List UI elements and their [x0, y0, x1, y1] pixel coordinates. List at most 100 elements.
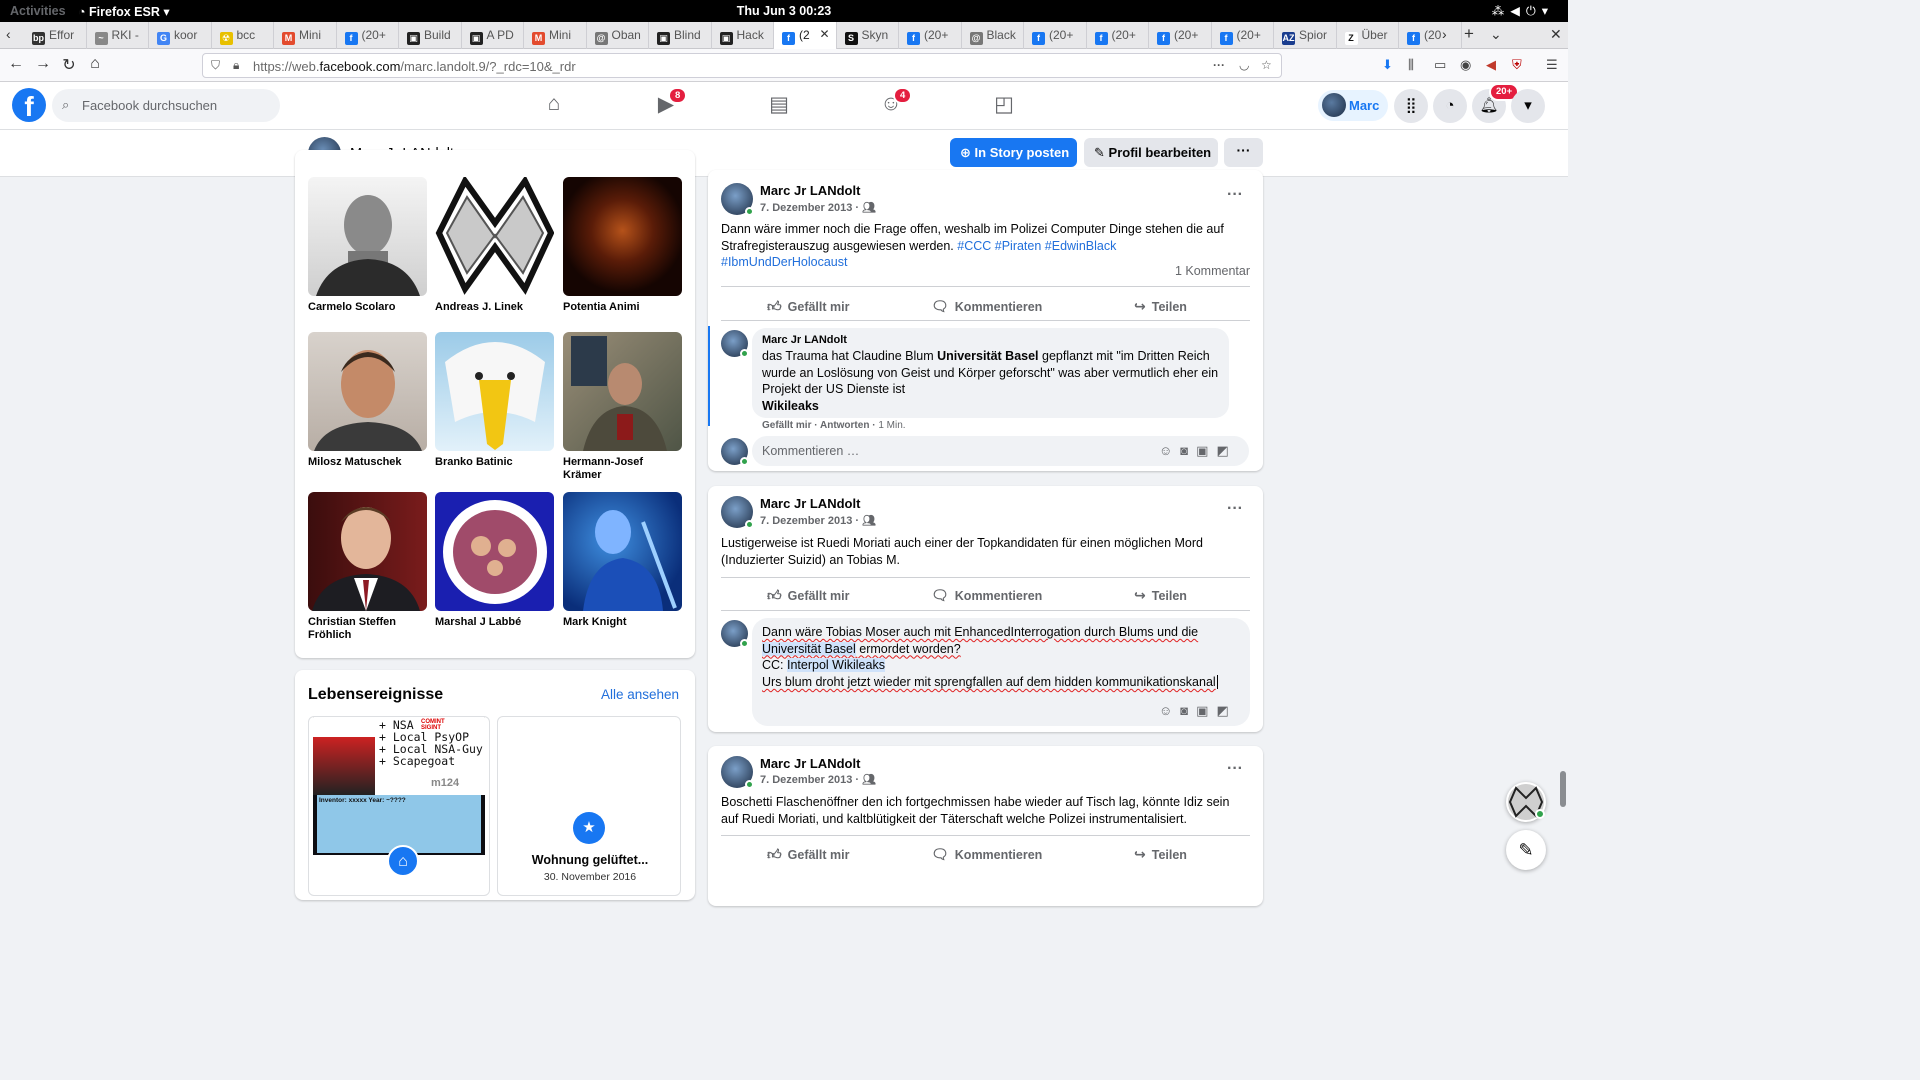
- emoji-icon[interactable]: ☺: [1159, 703, 1180, 718]
- life-event-tile[interactable]: + NSA + Local PsyOP + Local NSA-Guy + Sc…: [308, 716, 490, 896]
- friend-photo[interactable]: [563, 332, 682, 451]
- forward-icon[interactable]: →: [32, 55, 54, 73]
- activities-button[interactable]: Activities: [10, 4, 66, 18]
- post-author[interactable]: Marc Jr LANdolt: [760, 183, 860, 198]
- sidebar-icon[interactable]: ▭: [1434, 57, 1446, 73]
- browser-tab[interactable]: AZ Spior: [1274, 22, 1337, 49]
- post-date[interactable]: 7. Dezember 2013 · 👥︎: [760, 201, 876, 214]
- sticker-icon[interactable]: ◩: [1216, 443, 1236, 458]
- share-button[interactable]: ↪ Teilen: [1134, 298, 1187, 315]
- comment-button[interactable]: 🗨︎ Kommentieren: [931, 298, 1042, 315]
- comment-button[interactable]: 🗨︎ Kommentieren: [931, 846, 1042, 863]
- comment-like-link[interactable]: Gefällt mir: [762, 420, 811, 431]
- browser-tab[interactable]: M Mini: [524, 22, 587, 49]
- menu-grid-icon[interactable]: ⣿: [1394, 89, 1428, 123]
- system-tray[interactable]: ⁂◀⏻▾: [1492, 3, 1554, 19]
- post-options-icon[interactable]: ···: [1227, 500, 1243, 518]
- facebook-search-input[interactable]: ⌕ Facebook durchsuchen: [52, 89, 280, 122]
- browser-tab[interactable]: f (20: [1399, 22, 1462, 49]
- tabs-scroll-right-icon[interactable]: ›: [1442, 26, 1447, 42]
- emoji-icon[interactable]: ☺: [1159, 443, 1180, 458]
- post-author-avatar[interactable]: [721, 756, 754, 789]
- downloads-icon[interactable]: ⬇: [1382, 57, 1393, 73]
- browser-tab[interactable]: bp Effor: [24, 22, 87, 49]
- browser-tab[interactable]: f (20+: [899, 22, 962, 49]
- home-icon[interactable]: ⌂: [84, 55, 106, 73]
- comment-author-avatar[interactable]: [721, 330, 749, 358]
- friend-name[interactable]: Hermann-Josef Krämer: [563, 456, 682, 482]
- page-actions-icon[interactable]: ···: [1213, 58, 1225, 72]
- friend-photo[interactable]: [435, 492, 554, 611]
- friend-tile[interactable]: Marshal J Labbé: [435, 492, 554, 629]
- back-icon[interactable]: ←: [5, 55, 27, 73]
- browser-tab[interactable]: @ Oban: [587, 22, 649, 49]
- friend-tile[interactable]: Milosz Matuschek: [308, 332, 427, 469]
- comment-button[interactable]: 🗨︎ Kommentieren: [931, 587, 1042, 604]
- page-scrollbar[interactable]: [1559, 177, 1568, 882]
- browser-tab[interactable]: @ Black: [962, 22, 1024, 49]
- pocket-icon[interactable]: ◡: [1239, 58, 1249, 72]
- profile-more-button[interactable]: ···: [1224, 138, 1263, 167]
- url-text[interactable]: https://web.facebook.com/marc.landolt.9/…: [253, 59, 576, 74]
- library-icon[interactable]: ⫼: [1408, 57, 1414, 73]
- extension-icon[interactable]: ◀: [1486, 57, 1496, 73]
- friend-name[interactable]: Potentia Animi: [563, 301, 682, 314]
- sticker-icon[interactable]: ◩: [1216, 703, 1236, 718]
- friend-tile[interactable]: Christian Steffen Fröhlich: [308, 492, 427, 642]
- browser-tab[interactable]: f (20+: [337, 22, 399, 49]
- app-menu[interactable]: ◔ Firefox ESR ▾: [78, 4, 170, 19]
- browser-tab[interactable]: ☢ bcc: [212, 22, 274, 49]
- shield-icon[interactable]: ⛉: [211, 58, 220, 73]
- chat-head-avatar[interactable]: [1506, 782, 1546, 822]
- friend-tile[interactable]: Branko Batinic: [435, 332, 554, 469]
- friend-name[interactable]: Milosz Matuschek: [308, 456, 427, 469]
- account-icon[interactable]: ◉: [1460, 57, 1471, 73]
- friend-name[interactable]: Carmelo Scolaro: [308, 301, 427, 314]
- mention-link[interactable]: Wikileaks: [762, 399, 819, 413]
- post-date[interactable]: 7. Dezember 2013 · 👥︎: [760, 514, 876, 527]
- comment-draft-text[interactable]: Dann wäre Tobias Moser auch mit Enhanced…: [762, 624, 1246, 691]
- browser-tab[interactable]: f (20+: [1087, 22, 1149, 49]
- scrollbar-thumb[interactable]: [1560, 771, 1566, 807]
- post-date[interactable]: 7. Dezember 2013 · 👥︎: [760, 773, 876, 786]
- post-author-avatar[interactable]: [721, 183, 754, 216]
- browser-tab[interactable]: ▣ Hack: [712, 22, 774, 49]
- new-message-icon[interactable]: ✎: [1506, 830, 1546, 870]
- comment-author[interactable]: Marc Jr LANdolt: [762, 334, 847, 346]
- friend-tile[interactable]: Carmelo Scolaro: [308, 177, 427, 314]
- edit-profile-button[interactable]: ✎ Profil bearbeiten: [1084, 138, 1218, 167]
- friend-photo[interactable]: [308, 332, 427, 451]
- post-author[interactable]: Marc Jr LANdolt: [760, 756, 860, 771]
- share-button[interactable]: ↪ Teilen: [1134, 846, 1187, 863]
- comment-reply-link[interactable]: Antworten: [820, 420, 869, 431]
- messenger-icon[interactable]: ◔: [1433, 89, 1467, 123]
- friend-name[interactable]: Andreas J. Linek: [435, 301, 554, 314]
- friend-photo[interactable]: [435, 332, 554, 451]
- browser-tab[interactable]: ▣ A PD: [462, 22, 524, 49]
- watch-nav-icon[interactable]: ▶ 8: [651, 87, 688, 118]
- add-to-story-button[interactable]: ⊕ In Story posten: [950, 138, 1077, 167]
- menu-icon[interactable]: ☰: [1546, 57, 1558, 73]
- post-options-icon[interactable]: ···: [1227, 760, 1243, 778]
- friend-tile[interactable]: Hermann-Josef Krämer: [563, 332, 682, 482]
- friend-name[interactable]: Branko Batinic: [435, 456, 554, 469]
- gaming-nav-icon[interactable]: ◰: [989, 92, 1019, 118]
- like-button[interactable]: 👍︎ Gefällt mir: [767, 846, 849, 863]
- browser-tab[interactable]: ▣ Build: [399, 22, 462, 49]
- browser-tab[interactable]: f (20+: [1024, 22, 1087, 49]
- friend-photo[interactable]: [308, 492, 427, 611]
- clock[interactable]: Thu Jun 3 00:23: [0, 4, 1568, 18]
- comment-time[interactable]: 1 Min.: [878, 420, 905, 431]
- close-window-icon[interactable]: ✕: [1550, 26, 1562, 43]
- browser-tab[interactable]: ▣ Blind: [649, 22, 712, 49]
- new-tab-icon[interactable]: +: [1464, 24, 1474, 44]
- mention-link[interactable]: Universität Basel: [937, 349, 1038, 363]
- close-tab-icon[interactable]: ✕: [819, 27, 829, 41]
- gif-icon[interactable]: ▣: [1196, 443, 1216, 458]
- notifications-bell-icon[interactable]: 🔔︎ 20+: [1472, 83, 1520, 123]
- browser-tab[interactable]: Gkoor: [149, 22, 212, 49]
- friend-name[interactable]: Marshal J Labbé: [435, 616, 554, 629]
- post-options-icon[interactable]: ···: [1227, 186, 1243, 204]
- friend-tile[interactable]: Mark Knight: [563, 492, 682, 629]
- friend-tile[interactable]: Andreas J. Linek: [435, 177, 554, 314]
